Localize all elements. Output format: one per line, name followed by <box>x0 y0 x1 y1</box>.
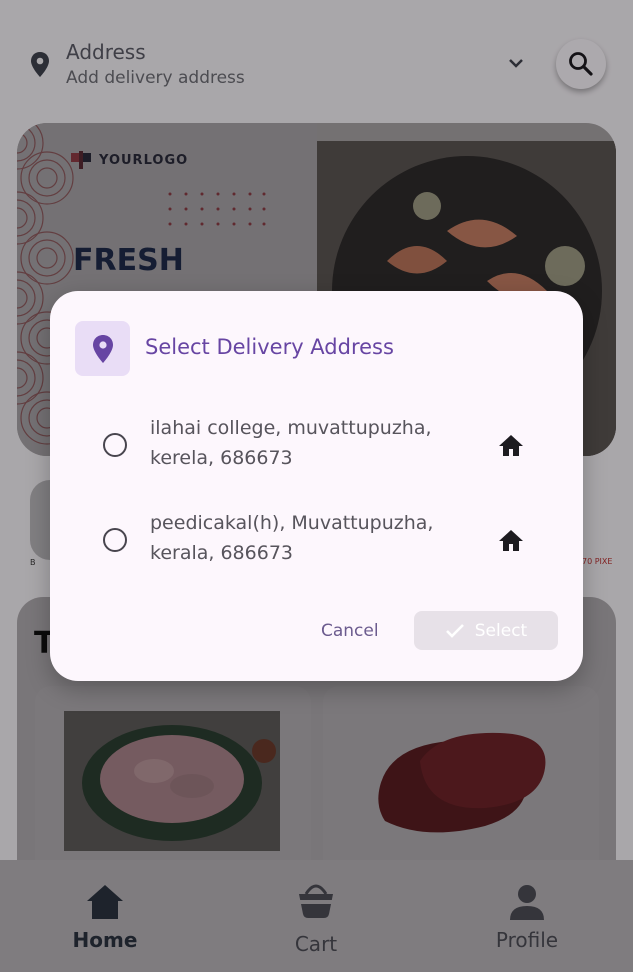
checkmark-icon <box>445 623 464 638</box>
address-option[interactable]: ilahai college, muvattupuzha, kerela, 68… <box>90 409 550 481</box>
address-option[interactable]: peedicakal(h), Muvattupuzha, kerala, 686… <box>90 504 550 576</box>
select-address-dialog: Select Delivery Address ilahai college, … <box>50 291 583 681</box>
address-option-text: ilahai college, muvattupuzha, kerela, 68… <box>150 417 432 469</box>
radio-button[interactable] <box>103 433 127 457</box>
location-pin-icon <box>92 334 113 363</box>
dialog-icon-tile <box>75 321 130 376</box>
radio-button[interactable] <box>103 528 127 552</box>
dialog-title: Select Delivery Address <box>145 335 394 359</box>
home-icon <box>499 435 523 456</box>
home-icon <box>499 530 523 551</box>
select-button[interactable]: Select <box>414 611 558 650</box>
address-option-text: peedicakal(h), Muvattupuzha, kerala, 686… <box>150 512 434 564</box>
cancel-button[interactable]: Cancel <box>321 621 379 641</box>
select-button-label: Select <box>474 620 528 641</box>
